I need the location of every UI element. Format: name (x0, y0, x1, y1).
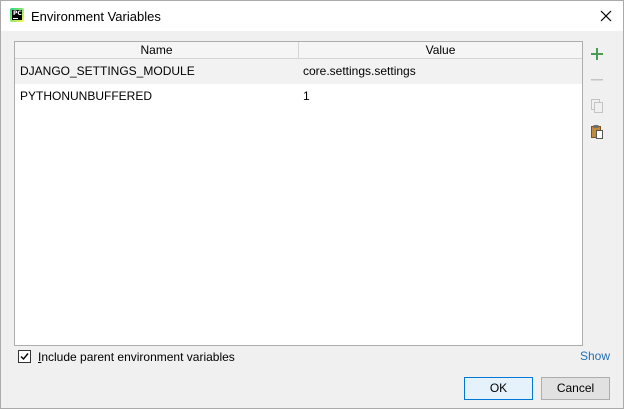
add-variable-button[interactable] (585, 43, 609, 65)
checkmark-icon (20, 353, 29, 361)
remove-variable-button[interactable] (585, 69, 609, 91)
table-row[interactable]: DJANGO_SETTINGS_MODULE core.settings.set… (15, 59, 582, 84)
row-name-cell[interactable]: PYTHONUNBUFFERED (20, 84, 152, 109)
paste-icon (591, 125, 603, 139)
show-link[interactable]: Show (580, 349, 610, 363)
dialog-title: Environment Variables (31, 9, 161, 24)
table-toolbar (585, 41, 609, 161)
row-value-cell[interactable]: core.settings.settings (303, 59, 416, 84)
plus-icon (591, 48, 603, 60)
close-icon (600, 10, 612, 22)
pycharm-icon: PC (10, 8, 24, 22)
copy-icon (591, 99, 603, 113)
ok-button[interactable]: OK (464, 377, 533, 400)
paste-button[interactable] (585, 121, 609, 143)
include-parent-env-label[interactable]: Include parent environment variables (38, 350, 235, 364)
title-bar: PC Environment Variables (1, 1, 623, 31)
table-row[interactable]: PYTHONUNBUFFERED 1 (15, 84, 582, 109)
close-button[interactable] (589, 3, 623, 29)
copy-button[interactable] (585, 95, 609, 117)
row-value-cell[interactable]: 1 (303, 84, 310, 109)
environment-variables-dialog: PC Environment Variables Name Value DJAN… (0, 0, 624, 409)
column-header-value[interactable]: Value (299, 42, 582, 58)
include-parent-env-label-text: nclude parent environment variables (41, 350, 235, 364)
minus-icon (591, 79, 603, 81)
include-parent-env-checkbox[interactable] (18, 350, 31, 363)
row-name-cell[interactable]: DJANGO_SETTINGS_MODULE (20, 59, 195, 84)
env-variables-table: Name Value DJANGO_SETTINGS_MODULE core.s… (14, 41, 583, 346)
cancel-button[interactable]: Cancel (541, 377, 610, 400)
table-header: Name Value (15, 42, 582, 59)
column-header-name[interactable]: Name (15, 42, 299, 58)
